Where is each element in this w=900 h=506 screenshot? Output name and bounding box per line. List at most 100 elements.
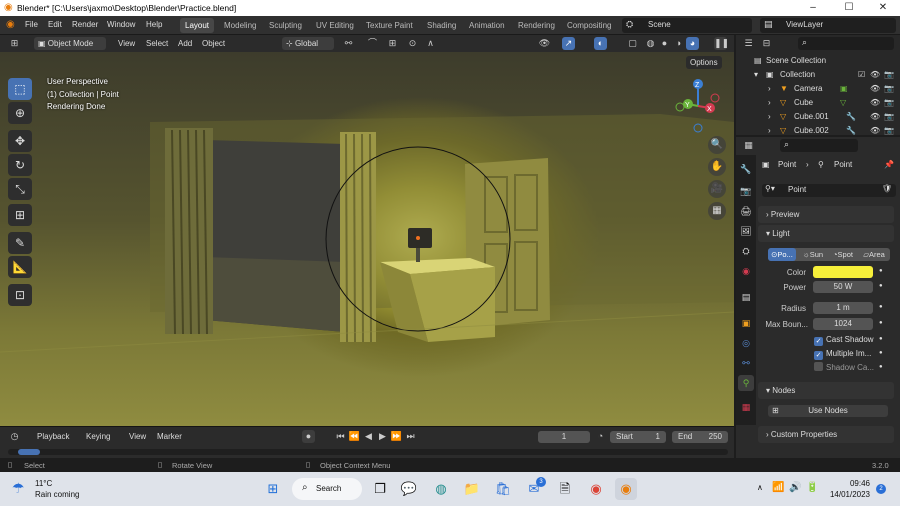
cast-shadow-checkbox[interactable]: ✓ Cast Shadow bbox=[814, 334, 874, 346]
outliner-item-camera[interactable]: › ▼ Camera ▣ 👁 📷 bbox=[736, 82, 900, 96]
zoom-icon[interactable]: 🔍 bbox=[708, 136, 726, 154]
camera-view-icon[interactable]: 🎥 bbox=[708, 180, 726, 198]
tab-scene-icon[interactable]: ⛭ bbox=[738, 243, 754, 259]
panel-nodes[interactable]: ▾ Nodes bbox=[758, 382, 894, 399]
mode-selector[interactable]: ▣ Object Mode bbox=[34, 37, 106, 50]
rotate-tool[interactable]: ↻ bbox=[8, 154, 32, 176]
record-icon[interactable]: ● bbox=[302, 430, 315, 443]
shading-rendered-icon[interactable]: ◕ bbox=[686, 37, 699, 50]
keyframe-dot-icon[interactable]: ● bbox=[879, 364, 883, 370]
tab-texture-icon[interactable]: ▦ bbox=[738, 399, 754, 415]
tab-object-icon[interactable]: ▣ bbox=[738, 315, 754, 331]
expand-arrow-icon[interactable]: › bbox=[768, 82, 771, 96]
panel-light[interactable]: ▾ Light bbox=[758, 225, 894, 242]
scene-selector[interactable]: ⛭ Scene bbox=[622, 18, 752, 33]
volume-icon[interactable]: 🔊 bbox=[789, 482, 801, 493]
light-type-sun[interactable]: ☼Sun bbox=[798, 248, 828, 261]
blender-taskbar-icon[interactable]: ◉ bbox=[615, 478, 637, 500]
weather-temp[interactable]: 11°C bbox=[35, 479, 52, 488]
shadow-caustics-checkbox[interactable]: Shadow Ca... bbox=[814, 362, 874, 373]
light-type-spot[interactable]: ◔Spot bbox=[828, 248, 858, 261]
tab-shading[interactable]: Shading bbox=[422, 18, 461, 33]
tab-tool-icon[interactable]: 🔧 bbox=[738, 161, 754, 177]
camera-render-icon[interactable]: 📷 bbox=[884, 96, 894, 110]
prev-keyframe-icon[interactable]: ⏪ bbox=[348, 430, 361, 443]
light-type-area[interactable]: ▱Area bbox=[858, 248, 890, 261]
tab-light-data-icon[interactable]: ⚲ bbox=[738, 375, 754, 391]
pause-render-icon[interactable]: ❚❚ bbox=[714, 37, 729, 50]
close-button[interactable]: ✕ bbox=[866, 0, 900, 16]
light-datablock-field[interactable]: ⚲▾ Point 🛡 bbox=[762, 184, 896, 197]
task-view-icon[interactable]: ❐ bbox=[369, 478, 391, 500]
editor-type-icon[interactable]: ⊞ bbox=[8, 37, 21, 50]
viewport-menu-add[interactable]: Add bbox=[178, 38, 192, 50]
outliner-editor-icon[interactable]: ☰ bbox=[742, 37, 755, 50]
timeline-menu-playback[interactable]: Playback bbox=[37, 431, 69, 443]
timeline-scrubber[interactable] bbox=[8, 449, 728, 455]
tab-constraints-icon[interactable]: ⚯ bbox=[738, 355, 754, 371]
microsoft-store-icon[interactable]: 🛍 bbox=[492, 478, 514, 500]
outliner-item-cube[interactable]: › ▽ Cube ▽ 👁 📷 bbox=[736, 96, 900, 110]
menu-window[interactable]: Window bbox=[107, 19, 135, 31]
battery-icon[interactable]: 🔋 bbox=[806, 482, 818, 493]
outliner-search-input[interactable]: ⌕ bbox=[798, 37, 894, 50]
xray-icon[interactable]: ▢ bbox=[626, 37, 639, 50]
properties-editor-icon[interactable]: ▦ bbox=[742, 139, 755, 152]
keyframe-dot-icon[interactable]: ● bbox=[879, 350, 883, 356]
transform-tool[interactable]: ⊞ bbox=[8, 204, 32, 226]
next-keyframe-icon[interactable]: ⏩ bbox=[390, 430, 403, 443]
tab-physics-icon[interactable]: ◎ bbox=[738, 335, 754, 351]
tab-compositing[interactable]: Compositing bbox=[562, 18, 616, 33]
camera-render-icon[interactable]: 📷 bbox=[884, 110, 894, 124]
radius-field[interactable]: 1 m bbox=[813, 302, 873, 314]
expand-arrow-icon[interactable]: › bbox=[768, 96, 771, 110]
keyframe-dot-icon[interactable]: ● bbox=[879, 268, 883, 274]
outliner-filter-icon[interactable]: ⊟ bbox=[760, 37, 773, 50]
outliner-scene-collection[interactable]: ▤ Scene Collection bbox=[736, 54, 900, 68]
view-layer-selector[interactable]: ▤ ViewLayer bbox=[760, 18, 896, 33]
maximize-button[interactable]: ☐ bbox=[832, 0, 866, 16]
expand-arrow-icon[interactable]: › bbox=[768, 124, 771, 135]
clock-date[interactable]: 14/01/2023 bbox=[826, 490, 870, 499]
tab-world-icon[interactable]: ◉ bbox=[738, 263, 754, 279]
jump-end-icon[interactable]: ⏭ bbox=[404, 430, 417, 443]
light-type-point[interactable]: ⊙Po... bbox=[768, 248, 796, 261]
tab-output-icon[interactable]: 🖨 bbox=[738, 203, 754, 219]
viewport-menu-select[interactable]: Select bbox=[146, 38, 168, 50]
scale-tool[interactable]: ⤡ bbox=[8, 178, 32, 200]
tab-collection-icon[interactable]: ▤ bbox=[738, 289, 754, 305]
jump-start-icon[interactable]: ⏮ bbox=[334, 430, 347, 443]
orientation-selector[interactable]: ⊹ Global bbox=[282, 37, 334, 50]
properties-search-input[interactable]: ⌕ bbox=[780, 139, 858, 152]
camera-render-icon[interactable]: 📷 bbox=[884, 68, 894, 82]
menu-render[interactable]: Render bbox=[72, 19, 98, 31]
tab-layout[interactable]: Layout bbox=[180, 18, 215, 33]
3d-viewport[interactable]: User Perspective (1) Collection | Point … bbox=[0, 52, 734, 426]
power-field[interactable]: 50 W bbox=[813, 281, 873, 293]
eye-icon[interactable]: 👁 bbox=[870, 68, 880, 82]
keyframe-dot-icon[interactable]: ● bbox=[879, 320, 883, 326]
panel-custom-properties[interactable]: › Custom Properties bbox=[758, 426, 894, 443]
taskbar-search[interactable]: ⌕ Search bbox=[292, 478, 362, 500]
current-frame-field[interactable]: 1 bbox=[538, 431, 590, 443]
weather-icon[interactable]: ☂ bbox=[12, 480, 25, 497]
panel-preview[interactable]: › Preview bbox=[758, 206, 894, 223]
tab-texture-paint[interactable]: Texture Paint bbox=[361, 18, 418, 33]
outliner-item-cube001[interactable]: › ▽ Cube.001 🔧 👁 📷 bbox=[736, 110, 900, 124]
eye-icon[interactable]: 👁 bbox=[870, 110, 880, 124]
chrome-icon[interactable]: ◉ bbox=[585, 478, 607, 500]
outliner-item-cube002[interactable]: › ▽ Cube.002 🔧 👁 📷 bbox=[736, 124, 900, 135]
pin-icon[interactable]: 📌 bbox=[884, 160, 894, 169]
wifi-icon[interactable]: 📶 bbox=[772, 482, 784, 493]
show-hidden-icons[interactable]: ∧ bbox=[757, 483, 763, 492]
shading-material-icon[interactable]: ◑ bbox=[672, 37, 685, 50]
tab-sculpting[interactable]: Sculpting bbox=[264, 18, 307, 33]
notification-badge[interactable]: 2 bbox=[876, 484, 886, 494]
snap-target-icon[interactable]: ⊞ bbox=[386, 37, 399, 50]
blender-menu-icon[interactable]: ◉ bbox=[6, 19, 15, 30]
annotate-tool[interactable]: ✎ bbox=[8, 232, 32, 254]
teams-chat-icon[interactable]: 💬 bbox=[398, 478, 420, 500]
add-cube-tool[interactable]: ⊡ bbox=[8, 284, 32, 306]
viewport-menu-object[interactable]: Object bbox=[202, 38, 225, 50]
notepad-icon[interactable]: 🗎 bbox=[554, 478, 576, 500]
